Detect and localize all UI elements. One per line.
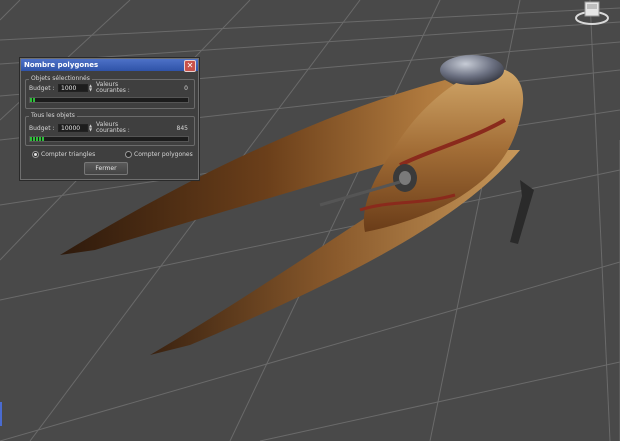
selected-budget-input[interactable]: 1000 <box>58 84 88 92</box>
dialog-title: Nombre polygones <box>24 61 99 69</box>
count-triangles-radio[interactable] <box>32 151 39 158</box>
close-button[interactable]: Fermer <box>84 162 128 175</box>
count-polygons-radio[interactable] <box>125 151 132 158</box>
spinner-arrows-icon[interactable]: ▲ ▼ <box>88 124 93 132</box>
all-current-label-2: courantes : <box>96 127 130 134</box>
selected-budget-label: Budget : <box>29 85 55 92</box>
all-progress-bar <box>29 136 189 142</box>
all-budget-label: Budget : <box>29 125 55 132</box>
axis-tripod-icon <box>0 402 4 426</box>
selected-progress-fill <box>30 98 35 102</box>
all-budget-input[interactable]: 10000 <box>58 124 88 132</box>
selected-objects-label: Objets sélectionnés <box>29 75 92 82</box>
count-triangles-label[interactable]: Compter triangles <box>41 151 95 158</box>
dialog-titlebar[interactable]: Nombre polygones ✕ <box>21 59 198 72</box>
selected-current-value: 0 <box>184 85 188 92</box>
all-current-value: 845 <box>176 125 188 132</box>
selected-objects-group: Objets sélectionnés Budget : 1000 ▲ ▼ Val… <box>25 75 195 109</box>
all-objects-label: Tous les objets <box>29 112 77 119</box>
all-objects-group: Tous les objets Budget : 10000 ▲ ▼ Valeur… <box>25 112 195 146</box>
all-progress-fill <box>30 137 45 141</box>
count-polygons-label[interactable]: Compter polygones <box>134 151 193 158</box>
selected-current-label-2: courantes : <box>96 87 130 94</box>
viewcube-icon[interactable] <box>574 0 610 26</box>
polygon-count-dialog: Nombre polygones ✕ Objets sélectionnés B… <box>20 58 199 180</box>
selected-progress-bar <box>29 97 189 103</box>
close-icon[interactable]: ✕ <box>184 60 196 72</box>
spinner-arrows-icon[interactable]: ▲ ▼ <box>88 84 93 92</box>
